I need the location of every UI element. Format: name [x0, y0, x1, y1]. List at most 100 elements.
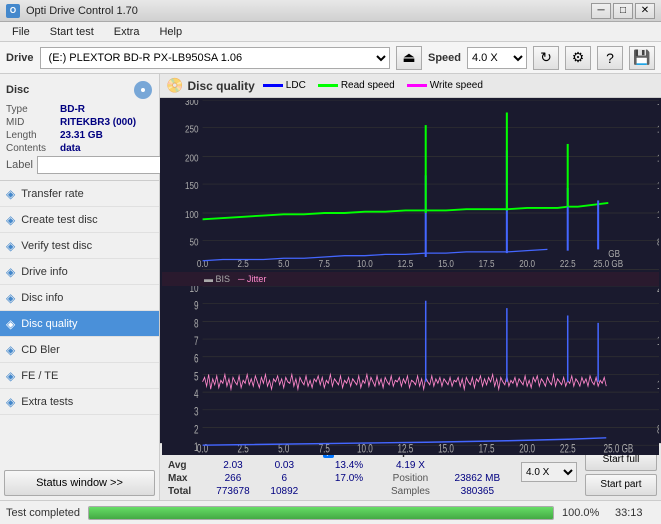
svg-text:20.0: 20.0 [519, 258, 535, 269]
progress-fill [89, 507, 553, 519]
top-chart-svg: 300 250 200 150 100 50 18X 16X 14X 12X 1… [162, 100, 659, 270]
legend-write-speed: Write speed [407, 80, 483, 91]
sidebar-label-verify-test-disc: Verify test disc [21, 240, 92, 252]
disc-label-input[interactable] [37, 156, 175, 174]
maximize-button[interactable]: □ [613, 3, 633, 19]
legend-ldc-color [263, 84, 283, 87]
drive-select[interactable]: (E:) PLEXTOR BD-R PX-LB950SA 1.06 [40, 47, 390, 69]
svg-text:4: 4 [194, 388, 199, 401]
max-bis-value: 6 [261, 472, 309, 485]
speed-select[interactable]: 4.0 X 2.0 X 6.0 X 8.0 X [467, 47, 527, 69]
start-part-button[interactable]: Start part [585, 474, 657, 496]
disc-quality-icon: ◈ [6, 317, 15, 331]
help-button[interactable]: ? [597, 46, 623, 70]
disc-panel: Disc Type BD-R MID RITEKBR3 (000) Length… [0, 74, 159, 181]
sidebar-item-create-test-disc[interactable]: ◈ Create test disc [0, 207, 159, 233]
length-label: Length [6, 130, 56, 141]
chart-top: 300 250 200 150 100 50 18X 16X 14X 12X 1… [162, 100, 659, 270]
sidebar-label-extra-tests: Extra tests [21, 396, 73, 408]
sidebar-label-create-test-disc: Create test disc [21, 214, 97, 226]
sidebar-item-transfer-rate[interactable]: ◈ Transfer rate [0, 181, 159, 207]
sidebar-label-transfer-rate: Transfer rate [21, 188, 84, 200]
chart-header-icon: 📀 [166, 77, 183, 94]
sidebar-label-disc-quality: Disc quality [21, 318, 77, 330]
sidebar-label-fe-te: FE / TE [21, 370, 58, 382]
cd-bler-icon: ◈ [6, 343, 15, 357]
sidebar-item-verify-test-disc[interactable]: ◈ Verify test disc [0, 233, 159, 259]
svg-text:15.0: 15.0 [438, 258, 454, 269]
refresh-button[interactable]: ↻ [533, 46, 559, 70]
settings-button[interactable]: ⚙ [565, 46, 591, 70]
minimize-button[interactable]: ─ [591, 3, 611, 19]
svg-text:10.0: 10.0 [357, 258, 373, 269]
sidebar-item-drive-info[interactable]: ◈ Drive info [0, 259, 159, 285]
svg-text:250: 250 [185, 124, 199, 135]
svg-text:8: 8 [194, 317, 199, 330]
sidebar-label-cd-bler: CD Bler [21, 344, 60, 356]
app-icon: O [6, 4, 20, 18]
avg-speed-value: 4.19 X [379, 459, 441, 472]
sidebar-label-disc-info: Disc info [21, 292, 63, 304]
sidebar: Disc Type BD-R MID RITEKBR3 (000) Length… [0, 74, 160, 500]
svg-text:7: 7 [194, 335, 199, 348]
avg-bis-value: 0.03 [261, 459, 309, 472]
fe-te-icon: ◈ [6, 369, 15, 383]
svg-text:9: 9 [194, 300, 199, 313]
svg-text:100: 100 [185, 209, 199, 220]
total-row-label: Total [164, 485, 205, 498]
titlebar: O Opti Drive Control 1.70 ─ □ ✕ [0, 0, 661, 22]
svg-text:17.5: 17.5 [479, 443, 495, 455]
sidebar-label-drive-info: Drive info [21, 266, 67, 278]
speed-dropdown[interactable]: 4.0 X 2.0 X 6.0 X [521, 462, 577, 482]
progress-percent: 100.0% [562, 507, 607, 519]
svg-text:12%: 12% [657, 379, 659, 392]
sidebar-item-disc-quality[interactable]: ◈ Disc quality [0, 311, 159, 337]
verify-test-disc-icon: ◈ [6, 239, 15, 253]
create-test-disc-icon: ◈ [6, 213, 15, 227]
save-button[interactable]: 💾 [629, 46, 655, 70]
svg-text:3: 3 [194, 406, 199, 419]
legend-ldc-label: LDC [286, 80, 306, 91]
status-text: Test completed [6, 507, 80, 519]
sidebar-item-extra-tests[interactable]: ◈ Extra tests [0, 389, 159, 415]
menu-file[interactable]: File [4, 24, 38, 40]
elapsed-time: 33:13 [615, 507, 655, 519]
bottom-chart-svg: 10 9 8 7 6 5 4 3 2 1 20% 16% 12% 8% 0. [162, 286, 659, 456]
svg-text:GB: GB [608, 248, 620, 259]
svg-text:10.0: 10.0 [357, 443, 373, 455]
drive-info-icon: ◈ [6, 265, 15, 279]
eject-button[interactable]: ⏏ [396, 46, 422, 70]
titlebar-controls: ─ □ ✕ [591, 3, 655, 19]
sidebar-item-cd-bler[interactable]: ◈ CD Bler [0, 337, 159, 363]
svg-text:20.0: 20.0 [519, 443, 535, 455]
svg-text:17.5: 17.5 [479, 258, 495, 269]
svg-text:2: 2 [194, 424, 199, 437]
disc-icon [133, 80, 153, 100]
mid-label: MID [6, 117, 56, 128]
menu-start-test[interactable]: Start test [42, 24, 102, 40]
app-title: Opti Drive Control 1.70 [26, 5, 138, 17]
svg-text:14X: 14X [657, 153, 659, 164]
chart-area: 📀 Disc quality LDC Read speed Write spee… [160, 74, 661, 500]
length-value: 23.31 GB [60, 130, 103, 141]
svg-text:12.5: 12.5 [398, 258, 414, 269]
svg-text:150: 150 [185, 180, 199, 191]
svg-text:0.0: 0.0 [197, 258, 208, 269]
chart-title: Disc quality [187, 79, 254, 93]
disc-panel-title: Disc [6, 84, 29, 96]
svg-text:20%: 20% [657, 286, 659, 295]
close-button[interactable]: ✕ [635, 3, 655, 19]
svg-text:7.5: 7.5 [319, 443, 331, 455]
sidebar-item-disc-info[interactable]: ◈ Disc info [0, 285, 159, 311]
status-window-button[interactable]: Status window >> [4, 470, 155, 496]
svg-text:16X: 16X [657, 124, 659, 135]
sidebar-item-fe-te[interactable]: ◈ FE / TE [0, 363, 159, 389]
menu-extra[interactable]: Extra [106, 24, 148, 40]
type-label: Type [6, 104, 56, 115]
svg-text:10: 10 [189, 286, 198, 295]
total-ldc-value: 773678 [205, 485, 260, 498]
menubar: File Start test Extra Help [0, 22, 661, 42]
samples-value: 380365 [442, 485, 513, 498]
type-value: BD-R [60, 104, 85, 115]
menu-help[interactable]: Help [151, 24, 190, 40]
